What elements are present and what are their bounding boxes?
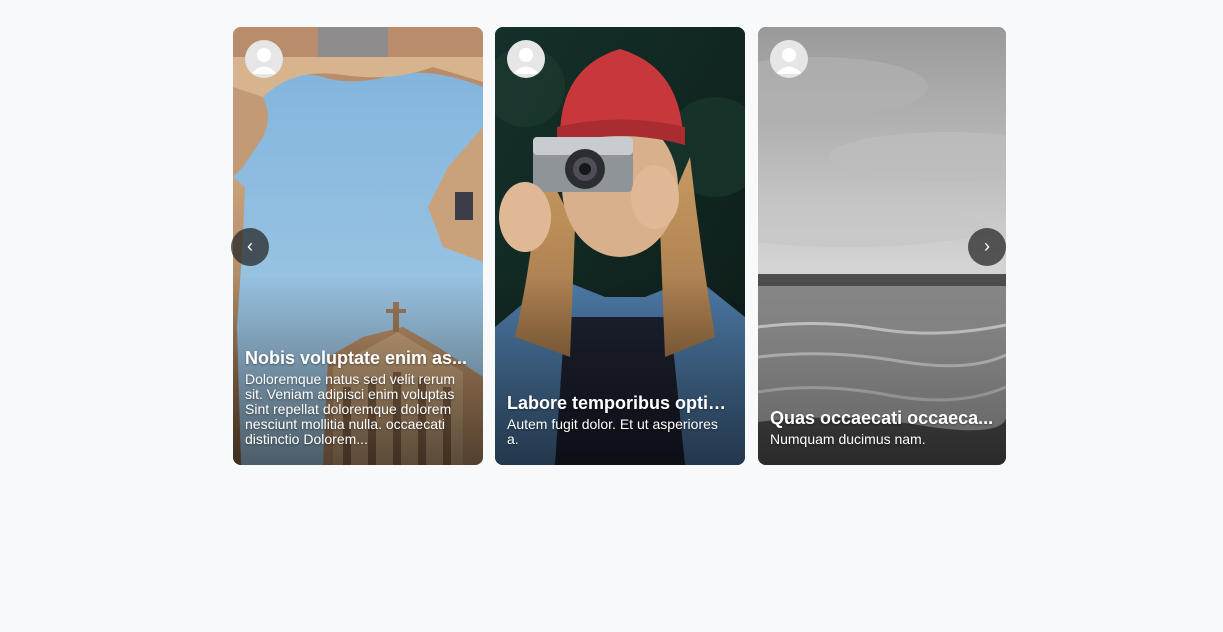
card-caption: Nobis voluptate enim as... Doloremque na… bbox=[245, 347, 471, 447]
carousel-card[interactable]: Nobis voluptate enim as... Doloremque na… bbox=[233, 27, 483, 465]
avatar[interactable] bbox=[245, 40, 283, 78]
user-icon bbox=[251, 48, 277, 74]
card-text: Autem fugit dolor. Et ut asperiores a. bbox=[507, 417, 718, 447]
image-card-carousel: Nobis voluptate enim as... Doloremque na… bbox=[231, 27, 1006, 465]
card-caption: Quas occaecati occaeca... Numquam ducimu… bbox=[770, 407, 994, 447]
chevron-right-icon: › bbox=[984, 236, 990, 256]
avatar[interactable] bbox=[507, 40, 545, 78]
card-title[interactable]: Nobis voluptate enim as... bbox=[245, 347, 471, 369]
user-icon bbox=[513, 48, 539, 74]
avatar[interactable] bbox=[770, 40, 808, 78]
carousel-card[interactable]: Labore temporibus optio... Autem fugit d… bbox=[495, 27, 745, 465]
card-text: Doloremque natus sed velit rerum sit. Ve… bbox=[245, 372, 456, 447]
prev-button[interactable]: ‹ bbox=[231, 228, 269, 266]
user-icon bbox=[776, 48, 802, 74]
card-title[interactable]: Quas occaecati occaeca... bbox=[770, 407, 994, 429]
chevron-left-icon: ‹ bbox=[247, 236, 253, 256]
next-button[interactable]: › bbox=[968, 228, 1006, 266]
card-title[interactable]: Labore temporibus optio... bbox=[507, 392, 733, 414]
card-text: Numquam ducimus nam. bbox=[770, 432, 926, 447]
card-caption: Labore temporibus optio... Autem fugit d… bbox=[507, 392, 733, 447]
